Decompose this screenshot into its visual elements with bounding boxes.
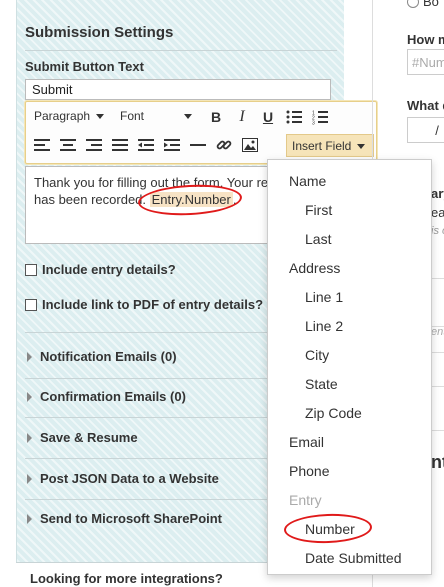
dd-item-state[interactable]: State: [305, 376, 338, 392]
horizontal-rule-button[interactable]: [188, 135, 208, 155]
justify-button[interactable]: [110, 135, 130, 155]
save-resume-section[interactable]: Save & Resume: [27, 430, 138, 445]
include-entry-details-row[interactable]: Include entry details?: [25, 262, 176, 277]
post-json-label: Post JSON Data to a Website: [40, 471, 219, 486]
notification-emails-section[interactable]: Notification Emails (0): [27, 349, 177, 364]
include-pdf-link-row[interactable]: Include link to PDF of entry details?: [25, 297, 263, 312]
bullet-list-icon: [286, 110, 302, 124]
dd-item-zip-code[interactable]: Zip Code: [305, 405, 362, 421]
paragraph-select[interactable]: Paragraph: [34, 109, 105, 123]
submit-button-text-label: Submit Button Text: [25, 59, 144, 74]
save-resume-label: Save & Resume: [40, 430, 138, 445]
align-right-button[interactable]: [84, 135, 104, 155]
sharepoint-section[interactable]: Send to Microsoft SharePoint: [27, 511, 222, 526]
right-label-summary: ary: [431, 186, 444, 201]
right-label-how: How m: [407, 32, 444, 47]
chevron-down-icon: [357, 144, 366, 150]
numbered-list-icon: 123: [312, 110, 328, 125]
editor-text-line1: Thank you for filling out the form. Your…: [34, 175, 269, 190]
font-select-label: Font: [120, 109, 145, 123]
caret-right-icon: [27, 391, 32, 402]
bullet-list-button[interactable]: [284, 107, 304, 127]
link-icon: [216, 140, 232, 150]
align-left-button[interactable]: [32, 135, 52, 155]
italic-button[interactable]: I: [232, 107, 252, 127]
title-divider: [25, 50, 337, 51]
include-pdf-link-checkbox[interactable]: [25, 298, 37, 311]
sharepoint-label: Send to Microsoft SharePoint: [40, 511, 223, 526]
chevron-down-icon: [96, 114, 105, 120]
dd-item-address[interactable]: Address: [289, 260, 340, 276]
dd-item-line2[interactable]: Line 2: [305, 318, 343, 334]
dd-item-entry: Entry: [289, 492, 322, 508]
right-faded-text: ent: [431, 326, 444, 338]
indent-button[interactable]: [162, 135, 182, 155]
include-pdf-link-label: Include link to PDF of entry details?: [42, 297, 264, 312]
dd-item-phone[interactable]: Phone: [289, 463, 329, 479]
align-center-icon: [60, 139, 76, 151]
dd-item-last[interactable]: Last: [305, 231, 331, 247]
align-left-icon: [34, 139, 50, 151]
toolbar-row-1: Paragraph Font B I U 123: [26, 104, 376, 132]
caret-right-icon: [27, 351, 32, 362]
align-right-icon: [86, 139, 102, 151]
caret-right-icon: [27, 473, 32, 484]
editor-toolbar: Paragraph Font B I U 123 Insert Field: [25, 101, 377, 164]
insert-field-label: Insert Field: [292, 139, 352, 153]
align-center-button[interactable]: [58, 135, 78, 155]
dd-item-first[interactable]: First: [305, 202, 332, 218]
right-date-input[interactable]: /: [407, 117, 444, 143]
dd-item-date-submitted[interactable]: Date Submitted: [305, 550, 402, 566]
radio-button[interactable]: [407, 0, 419, 8]
right-help-text: is c: [431, 225, 444, 237]
justify-icon: [112, 139, 128, 151]
bold-button[interactable]: B: [206, 107, 226, 127]
paragraph-select-label: Paragraph: [34, 109, 91, 123]
notification-emails-label: Notification Emails (0): [40, 349, 177, 364]
right-label-what: What d: [407, 98, 444, 113]
insert-field-dropdown: Name First Last Address Line 1 Line 2 Ci…: [267, 159, 432, 575]
include-entry-details-checkbox[interactable]: [25, 263, 37, 276]
image-icon: [242, 138, 258, 152]
editor-text-line2: has been recorded.: [34, 192, 150, 207]
right-option-text: Bo: [423, 0, 439, 9]
outdent-button[interactable]: [136, 135, 156, 155]
indent-icon: [164, 139, 180, 151]
horizontal-rule-icon: [190, 144, 206, 146]
caret-right-icon: [27, 513, 32, 524]
dd-item-email[interactable]: Email: [289, 434, 324, 450]
dd-item-name[interactable]: Name: [289, 173, 326, 189]
post-json-section[interactable]: Post JSON Data to a Website: [27, 471, 219, 486]
link-button[interactable]: [214, 135, 234, 155]
dd-item-city[interactable]: City: [305, 347, 329, 363]
numbered-list-button[interactable]: 123: [310, 107, 330, 127]
submit-button-text-input[interactable]: [25, 79, 331, 100]
right-heading: nt: [431, 452, 444, 472]
caret-right-icon: [27, 432, 32, 443]
insert-field-button[interactable]: Insert Field: [286, 134, 374, 157]
right-text-please: eas: [431, 205, 444, 220]
confirmation-emails-label: Confirmation Emails (0): [40, 389, 186, 404]
panel-title: Submission Settings: [25, 24, 174, 41]
confirmation-emails-section[interactable]: Confirmation Emails (0): [27, 389, 186, 404]
image-button[interactable]: [240, 135, 260, 155]
dd-item-line1[interactable]: Line 1: [305, 289, 343, 305]
more-integrations-label: Looking for more integrations?: [30, 571, 223, 586]
font-select[interactable]: Font: [120, 109, 193, 123]
right-number-input[interactable]: #Num: [407, 49, 444, 75]
include-entry-details-label: Include entry details?: [42, 262, 176, 277]
svg-text:3: 3: [312, 120, 315, 125]
underline-button[interactable]: U: [258, 107, 278, 127]
toolbar-row-2: Insert Field: [26, 132, 376, 160]
outdent-icon: [138, 139, 154, 151]
chevron-down-icon: [184, 114, 193, 120]
